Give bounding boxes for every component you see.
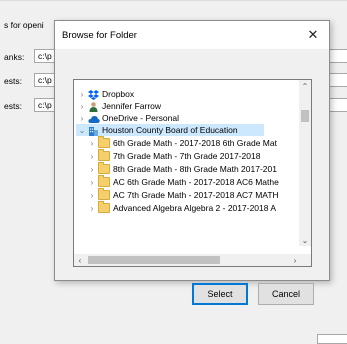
- cloud-icon: [88, 114, 100, 123]
- horizontal-scrollbar[interactable]: ‹ ›: [74, 254, 301, 266]
- chevron-right-icon[interactable]: ›: [88, 178, 96, 187]
- folder-icon: [98, 201, 110, 213]
- folder-icon: [98, 188, 110, 200]
- tree-item-houston-county[interactable]: ⌄ Houston County Board of Education: [76, 124, 264, 136]
- user-icon: [88, 101, 99, 112]
- chevron-right-icon[interactable]: ›: [88, 165, 96, 174]
- chevron-right-icon[interactable]: ›: [88, 139, 96, 148]
- right-input-2[interactable]: [327, 73, 347, 87]
- folder-icon: [98, 162, 110, 174]
- tree-item-dropbox[interactable]: › Dropbox: [78, 88, 134, 100]
- folder-icon: [98, 149, 110, 161]
- tree-item-folder[interactable]: › AC 6th Grade Math - 2017-2018 AC6 Math…: [88, 175, 279, 188]
- vertical-scrollbar[interactable]: ⌃ ⌄: [299, 80, 311, 246]
- tree-item-label: OneDrive - Personal: [102, 113, 180, 123]
- row-label-1: anks:: [4, 52, 25, 62]
- scroll-up-icon[interactable]: ⌃: [299, 80, 311, 92]
- tree-item-folder[interactable]: › 7th Grade Math - 7th Grade 2017-2018: [88, 149, 261, 162]
- tree-item-folder[interactable]: › Advanced Algebra Algebra 2 - 2017-2018…: [88, 201, 277, 214]
- tree-item-label: AC 7th Grade Math - 2017-2018 AC7 MATH: [113, 190, 279, 200]
- chevron-down-icon[interactable]: ⌄: [78, 126, 86, 135]
- right-input-1[interactable]: [327, 49, 347, 63]
- tree-item-label: Jennifer Farrow: [102, 101, 162, 111]
- tree-item-label: AC 6th Grade Math - 2017-2018 AC6 Mathe: [113, 177, 279, 187]
- dialog-title: Browse for Folder: [62, 30, 137, 41]
- chevron-right-icon[interactable]: ›: [78, 114, 86, 123]
- dialog-titlebar: Browse for Folder ✕: [55, 21, 329, 49]
- dropbox-icon: [88, 89, 99, 100]
- tree-item-label: 8th Grade Math - 8th Grade Math 2017-201: [113, 164, 277, 174]
- horizontal-scroll-thumb[interactable]: [88, 256, 220, 264]
- row-label-2: ests:: [4, 76, 22, 86]
- tree-item-jennifer-farrow[interactable]: › Jennifer Farrow: [78, 100, 161, 112]
- folder-icon: [98, 175, 110, 187]
- folder-icon: [98, 136, 110, 148]
- scroll-down-icon[interactable]: ⌄: [299, 234, 311, 246]
- chevron-right-icon[interactable]: ›: [88, 204, 96, 213]
- tree-item-label: Houston County Board of Education: [102, 125, 238, 135]
- tree-item-folder[interactable]: › 6th Grade Math - 2017-2018 6th Grade M…: [88, 136, 277, 149]
- tree-item-folder[interactable]: › 8th Grade Math - 8th Grade Math 2017-2…: [88, 162, 277, 175]
- right-input-3[interactable]: [327, 98, 347, 112]
- divider: [0, 0, 347, 1]
- building-icon: [88, 126, 99, 136]
- cancel-button[interactable]: Cancel: [258, 283, 314, 305]
- vertical-scroll-thumb[interactable]: [301, 110, 309, 122]
- folder-tree[interactable]: › Dropbox › Jennifer Farrow › OneDrive -…: [73, 79, 312, 267]
- chevron-right-icon[interactable]: ›: [78, 90, 86, 99]
- chevron-right-icon[interactable]: ›: [78, 102, 86, 111]
- tree-item-label: 6th Grade Math - 2017-2018 6th Grade Mat: [113, 138, 277, 148]
- tree-item-onedrive[interactable]: › OneDrive - Personal: [78, 112, 179, 124]
- close-button[interactable]: ✕: [303, 25, 323, 45]
- chevron-right-icon[interactable]: ›: [88, 152, 96, 161]
- browse-folder-dialog: Browse for Folder ✕ › Dropbox › Jennifer…: [54, 20, 330, 305]
- tree-item-label: 7th Grade Math - 7th Grade 2017-2018: [113, 151, 261, 161]
- scrollbar-corner: [299, 254, 311, 266]
- scroll-left-icon[interactable]: ‹: [74, 254, 86, 266]
- partial-caption: s for openi: [4, 20, 44, 30]
- tree-item-label: Dropbox: [102, 89, 135, 99]
- tree-item-label: Advanced Algebra Algebra 2 - 2017-2018 A: [113, 203, 277, 213]
- row-label-3: ests:: [4, 101, 22, 111]
- tree-item-folder[interactable]: › AC 7th Grade Math - 2017-2018 AC7 MATH: [88, 188, 279, 201]
- chevron-right-icon[interactable]: ›: [88, 191, 96, 200]
- select-button[interactable]: Select: [192, 283, 248, 305]
